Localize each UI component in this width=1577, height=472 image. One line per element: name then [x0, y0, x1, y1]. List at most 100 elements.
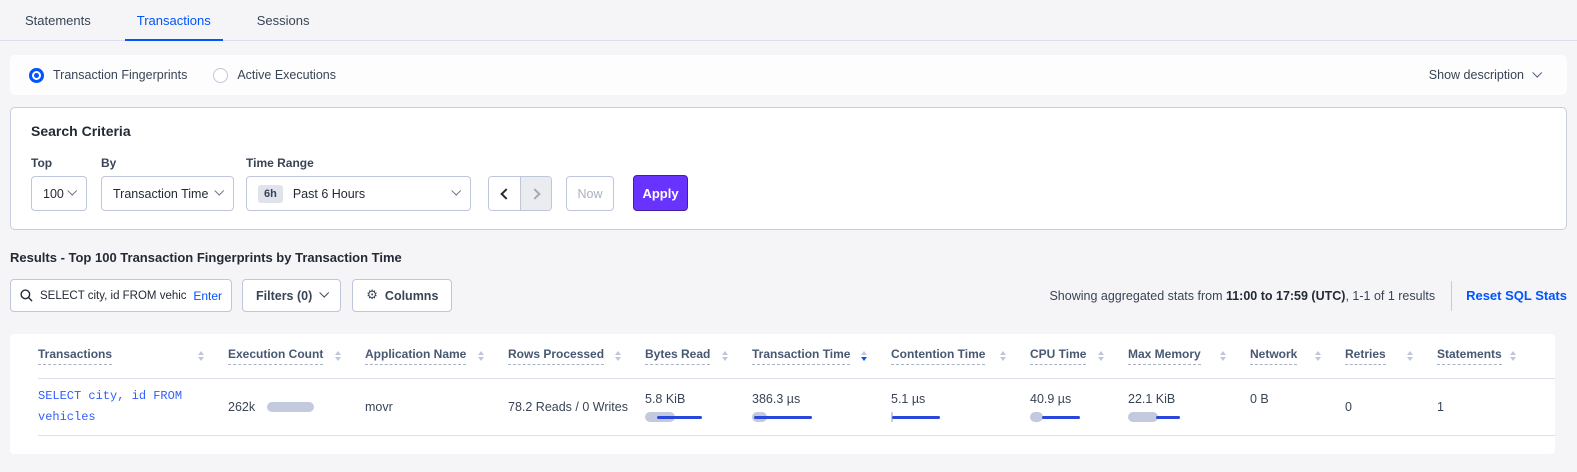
- bar-track: [1030, 412, 1128, 423]
- sort-asc-icon: [335, 351, 341, 355]
- time-range-value: Past 6 Hours: [293, 187, 365, 201]
- cell-cpu_time: 40.9 µs: [1030, 392, 1128, 423]
- value-bar-cell: 386.3 µs: [752, 392, 891, 423]
- search-input[interactable]: SELECT city, id FROM vehicles W Enter: [10, 279, 232, 312]
- column-header-execution_count[interactable]: Execution Count: [228, 347, 365, 365]
- tab-statements-label: Statements: [25, 13, 91, 28]
- divider: [1451, 281, 1452, 311]
- search-criteria-card: Search Criteria Top 100 By Transaction T…: [10, 107, 1567, 230]
- column-header-statements[interactable]: Statements: [1437, 347, 1540, 365]
- column-header-rows_processed[interactable]: Rows Processed: [508, 347, 645, 365]
- page-tabs: Statements Transactions Sessions: [0, 0, 1577, 41]
- apply-button[interactable]: Apply: [633, 175, 688, 211]
- chevron-down-icon: [451, 186, 461, 196]
- column-header-retries[interactable]: Retries: [1345, 347, 1437, 365]
- cell-application_name: movr: [365, 400, 508, 414]
- value-text: 386.3 µs: [752, 392, 891, 406]
- bar-track: [1128, 412, 1250, 423]
- table-header-row: TransactionsExecution CountApplication N…: [38, 334, 1555, 379]
- filters-button[interactable]: Filters (0): [242, 279, 341, 312]
- sort-asc-icon: [1098, 351, 1104, 355]
- top-select[interactable]: 100: [31, 176, 87, 211]
- value-text: 0 B: [1250, 392, 1345, 406]
- radio-transaction-fingerprints[interactable]: Transaction Fingerprints: [29, 68, 187, 83]
- mean-bar: [657, 416, 702, 419]
- apply-button-label: Apply: [642, 186, 678, 201]
- column-header-network[interactable]: Network: [1250, 347, 1345, 365]
- column-header-transactions[interactable]: Transactions: [38, 347, 228, 365]
- sort-asc-icon: [722, 351, 728, 355]
- sort-desc-icon: [478, 357, 484, 361]
- search-enter-button[interactable]: Enter: [193, 289, 222, 303]
- cell-max_memory: 22.1 KiB: [1128, 392, 1250, 423]
- show-description-toggle[interactable]: Show description: [1429, 68, 1548, 82]
- column-header-cpu_time[interactable]: CPU Time: [1030, 347, 1128, 365]
- column-header-bytes_read[interactable]: Bytes Read: [645, 347, 752, 365]
- column-header-label: Contention Time: [891, 347, 985, 365]
- sort-icon[interactable]: [1510, 351, 1516, 361]
- radio-active-executions[interactable]: Active Executions: [213, 68, 336, 83]
- reset-sql-stats-link[interactable]: Reset SQL Stats: [1466, 288, 1567, 303]
- by-select[interactable]: Transaction Time: [101, 176, 234, 211]
- column-header-label: Statements: [1437, 347, 1502, 365]
- columns-button-label: Columns: [385, 289, 438, 303]
- sort-desc-icon: [1407, 357, 1413, 361]
- tab-sessions[interactable]: Sessions: [245, 0, 322, 40]
- value-bar-cell: 5.1 µs: [891, 392, 1030, 423]
- sort-icon[interactable]: [861, 351, 867, 361]
- column-header-contention_time[interactable]: Contention Time: [891, 347, 1030, 365]
- aggregated-stats-text: Showing aggregated stats from 11:00 to 1…: [1049, 289, 1435, 303]
- time-range-select[interactable]: 6h Past 6 Hours: [246, 176, 471, 211]
- columns-button[interactable]: ⚙ Columns: [352, 279, 452, 312]
- sort-asc-icon: [478, 351, 484, 355]
- now-button[interactable]: Now: [566, 176, 614, 211]
- top-label: Top: [31, 156, 101, 170]
- sort-icon[interactable]: [1407, 351, 1413, 361]
- chevron-down-icon: [214, 186, 224, 196]
- sort-icon[interactable]: [478, 351, 484, 361]
- column-header-label: Retries: [1345, 347, 1386, 365]
- column-header-label: Bytes Read: [645, 347, 710, 365]
- tab-statements[interactable]: Statements: [13, 0, 103, 40]
- tab-sessions-label: Sessions: [257, 13, 310, 28]
- sort-icon[interactable]: [1315, 351, 1321, 361]
- cell-transactions: SELECT city, id FROM vehicles: [38, 386, 228, 428]
- stddev-bar: [1128, 412, 1158, 422]
- sort-desc-icon: [198, 357, 204, 361]
- tab-transactions[interactable]: Transactions: [125, 0, 223, 40]
- search-input-value: SELECT city, id FROM vehicles W: [40, 290, 186, 302]
- show-description-label: Show description: [1429, 68, 1524, 82]
- sort-icon[interactable]: [615, 351, 621, 361]
- column-header-label: Rows Processed: [508, 347, 604, 365]
- column-header-application_name[interactable]: Application Name: [365, 347, 508, 365]
- bar-track: [1250, 412, 1345, 423]
- sort-icon[interactable]: [722, 351, 728, 361]
- sort-icon[interactable]: [1220, 351, 1226, 361]
- cell-value: movr: [365, 400, 393, 414]
- top-select-value: 100: [43, 187, 64, 201]
- column-header-max_memory[interactable]: Max Memory: [1128, 347, 1250, 365]
- radio-active-executions-label: Active Executions: [237, 68, 336, 82]
- radio-transaction-fingerprints-label: Transaction Fingerprints: [53, 68, 187, 82]
- sort-icon[interactable]: [198, 351, 204, 361]
- time-range-next-button[interactable]: [520, 177, 551, 210]
- results-table: TransactionsExecution CountApplication N…: [10, 334, 1555, 454]
- chevron-down-icon: [320, 288, 330, 298]
- sort-icon[interactable]: [1000, 351, 1006, 361]
- column-header-label: Transaction Time: [752, 347, 850, 365]
- table-body: SELECT city, id FROM vehicles 262kmovr 78.…: [38, 379, 1555, 436]
- time-range-prev-button[interactable]: [489, 177, 520, 210]
- value-bar-cell: 0 B: [1250, 392, 1345, 423]
- by-select-value: Transaction Time: [113, 187, 208, 201]
- sort-icon[interactable]: [335, 351, 341, 361]
- column-header-transaction_time[interactable]: Transaction Time: [752, 347, 891, 365]
- cell-value: 78.2 Reads / 0 Writes: [508, 400, 628, 414]
- sort-icon[interactable]: [1098, 351, 1104, 361]
- sort-desc-icon: [1098, 357, 1104, 361]
- cell-execution_count: 262k: [228, 400, 365, 414]
- transaction-fingerprint-link[interactable]: SELECT city, id FROM vehicles: [38, 386, 206, 428]
- radio-unselected-icon[interactable]: [213, 68, 228, 83]
- mean-bar: [892, 416, 940, 419]
- radio-selected-icon[interactable]: [29, 68, 44, 83]
- sort-desc-icon: [1510, 357, 1516, 361]
